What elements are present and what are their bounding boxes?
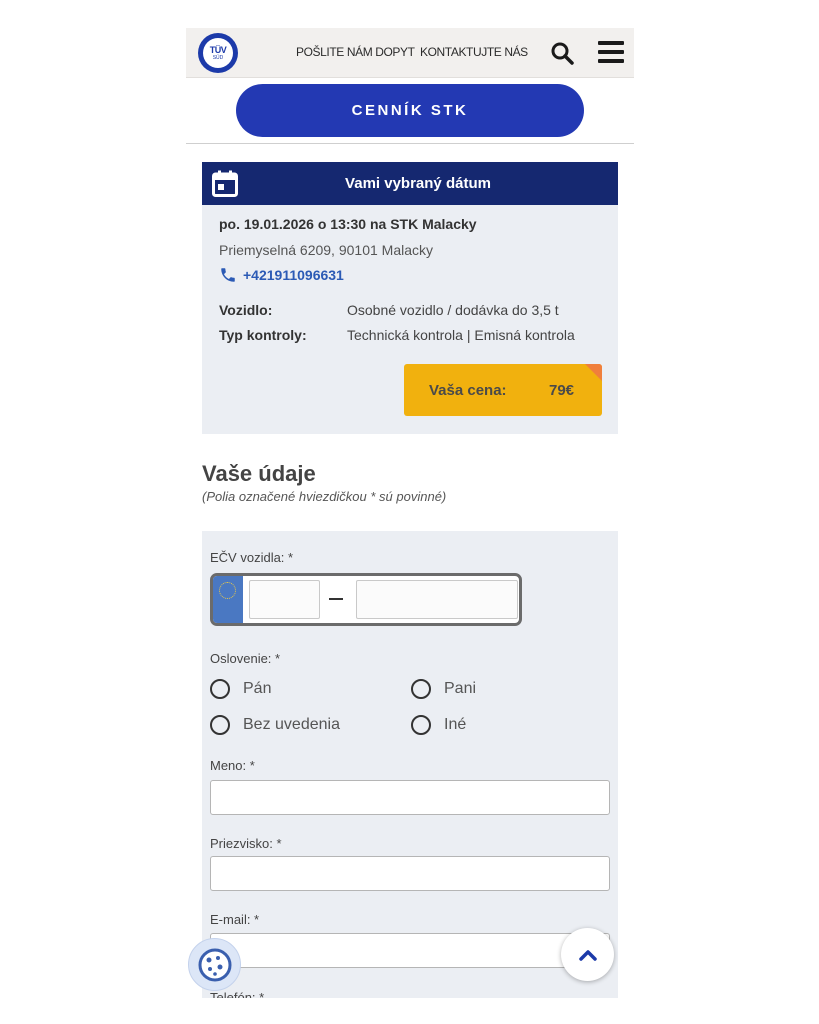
station-address: Priemyselná 6209, 90101 Malacky — [219, 242, 434, 258]
price-value: 79€ — [549, 382, 575, 399]
radio-pan[interactable]: Pán — [210, 679, 271, 699]
plate-label: EČV vozidla: * — [210, 550, 294, 565]
radio-label: Iné — [444, 716, 467, 733]
send-request-link[interactable]: POŠLITE NÁM DOPYT — [296, 45, 415, 59]
menu-icon[interactable] — [598, 41, 624, 65]
plate-number-input[interactable] — [356, 580, 518, 619]
site-header: TÜV SÜD POŠLITE NÁM DOPYT KONTAKTUJTE NÁ… — [186, 28, 634, 78]
card-header: Vami vybraný dátum — [202, 162, 618, 205]
page: TÜV SÜD POŠLITE NÁM DOPYT KONTAKTUJTE NÁ… — [0, 0, 819, 1024]
last-name-input[interactable] — [210, 856, 610, 891]
logo-text-main: TÜV — [209, 44, 227, 55]
cookie-settings-button[interactable] — [188, 938, 241, 991]
card-title: Vami vybraný dátum — [345, 175, 491, 192]
radio-bez-uvedenia[interactable]: Bez uvedenia — [210, 715, 340, 735]
logo-inner: TÜV SÜD — [203, 38, 233, 68]
phone-label: Telefón: * — [210, 990, 265, 998]
radio-circle[interactable] — [411, 715, 431, 735]
search-icon[interactable] — [550, 41, 574, 65]
header-divider — [186, 143, 634, 144]
email-input[interactable] — [210, 933, 610, 968]
email-label: E-mail: * — [210, 912, 260, 927]
radio-circle[interactable] — [411, 679, 431, 699]
radio-label: Pán — [243, 680, 272, 697]
appointment-datetime: po. 19.01.2026 o 13:30 na STK Malacky — [219, 216, 477, 232]
section-title: Vaše údaje — [202, 461, 316, 486]
chevron-up-icon — [578, 949, 597, 961]
eu-flag-icon — [213, 576, 243, 623]
tuv-logo-icon[interactable]: TÜV SÜD — [198, 33, 238, 73]
first-name-label: Meno: * — [210, 758, 255, 773]
section-subtitle: (Polia označené hviezdičkou * sú povinné… — [202, 489, 447, 504]
radio-pani[interactable]: Pani — [411, 679, 476, 699]
price-list-button[interactable]: CENNÍK STK — [236, 84, 584, 137]
logo-text-sub: SÜD — [212, 54, 224, 61]
phone-icon — [221, 268, 235, 282]
license-plate-input — [210, 573, 522, 626]
personal-data-form: EČV vozidla: * Oslovenie: * Pán Pani Bez… — [202, 531, 618, 998]
price-corner-flag — [585, 364, 602, 381]
last-name-label: Priezvisko: * — [210, 836, 282, 851]
station-phone[interactable]: +421911096631 — [219, 266, 344, 284]
scroll-to-top-button[interactable] — [561, 928, 614, 981]
plate-dash — [329, 598, 343, 600]
cookie-icon — [198, 948, 231, 981]
plate-district-input[interactable] — [249, 580, 320, 619]
vehicle-label: Vozidlo: — [219, 302, 273, 318]
inspection-type-value: Technická kontrola | Emisná kontrola — [347, 327, 575, 343]
radio-ine[interactable]: Iné — [411, 715, 466, 735]
price-label: Vaša cena: — [429, 382, 507, 399]
radio-circle[interactable] — [210, 715, 230, 735]
inspection-type-label: Typ kontroly: — [219, 327, 307, 343]
radio-label: Bez uvedenia — [243, 716, 340, 733]
first-name-input[interactable] — [210, 780, 610, 815]
radio-label: Pani — [444, 680, 477, 697]
radio-circle[interactable] — [210, 679, 230, 699]
mobile-viewport: TÜV SÜD POŠLITE NÁM DOPYT KONTAKTUJTE NÁ… — [186, 28, 634, 998]
selected-date-card: Vami vybraný dátum po. 19.01.2026 o 13:3… — [202, 162, 618, 434]
phone-number[interactable]: +421911096631 — [243, 267, 344, 283]
contact-us-link[interactable]: KONTAKTUJTE NÁS — [420, 45, 528, 59]
price-box: Vaša cena: 79€ — [404, 364, 602, 416]
salutation-label: Oslovenie: * — [210, 651, 281, 666]
vehicle-value: Osobné vozidlo / dodávka do 3,5 t — [347, 302, 559, 318]
